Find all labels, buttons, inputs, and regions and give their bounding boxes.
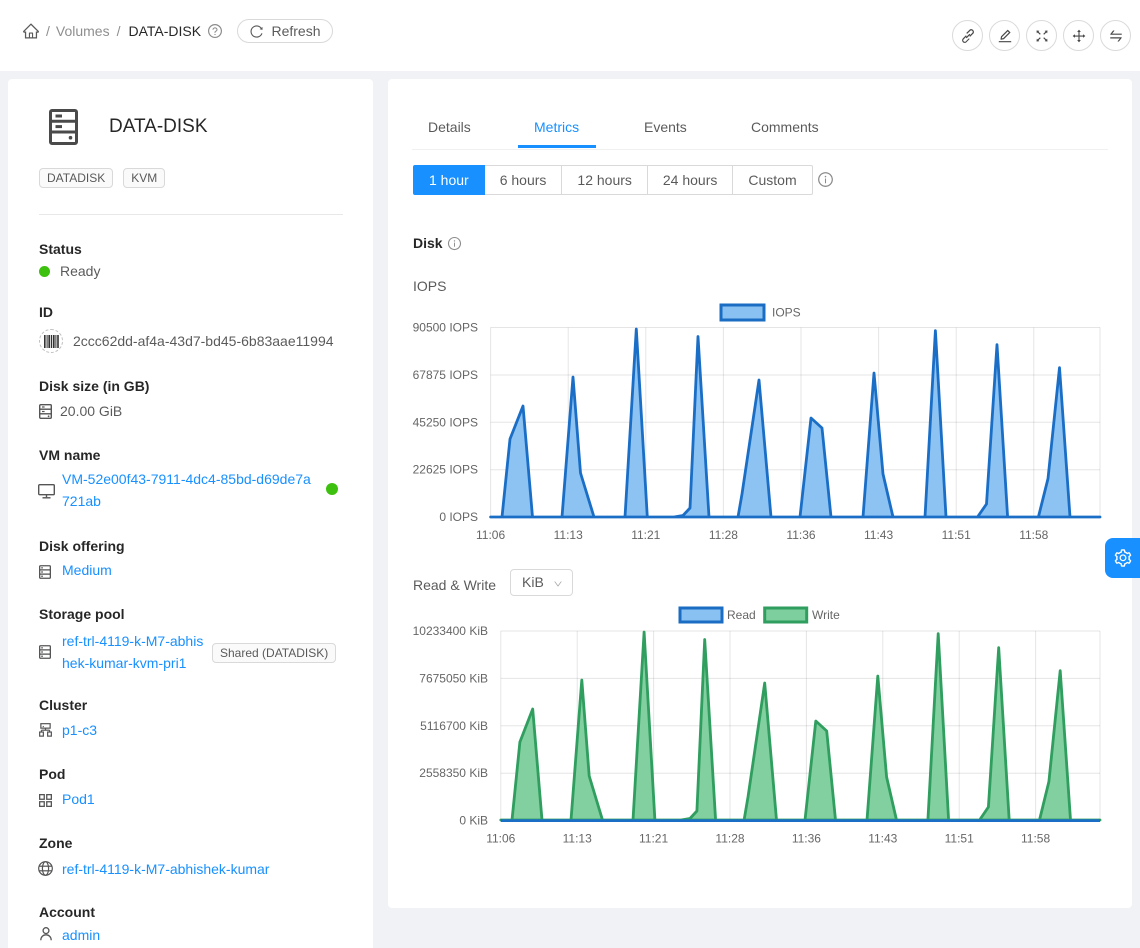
svg-text:11:43: 11:43: [868, 832, 897, 846]
svg-text:Read: Read: [727, 608, 756, 622]
svg-text:45250 IOPS: 45250 IOPS: [413, 415, 478, 429]
svg-text:22625 IOPS: 22625 IOPS: [413, 463, 478, 477]
svg-text:0 IOPS: 0 IOPS: [439, 510, 478, 524]
svg-text:11:51: 11:51: [945, 832, 974, 846]
svg-text:10233400 KiB: 10233400 KiB: [413, 624, 488, 638]
svg-text:11:51: 11:51: [942, 528, 971, 542]
svg-text:11:58: 11:58: [1019, 528, 1048, 542]
svg-text:11:43: 11:43: [864, 528, 893, 542]
svg-text:11:58: 11:58: [1021, 832, 1050, 846]
svg-text:11:06: 11:06: [486, 832, 515, 846]
svg-text:IOPS: IOPS: [772, 306, 801, 320]
svg-text:90500 IOPS: 90500 IOPS: [413, 321, 478, 335]
svg-text:11:28: 11:28: [709, 528, 738, 542]
svg-text:11:36: 11:36: [792, 832, 821, 846]
svg-text:11:06: 11:06: [476, 528, 505, 542]
svg-text:0 KiB: 0 KiB: [459, 814, 488, 828]
svg-text:11:13: 11:13: [563, 832, 592, 846]
svg-text:11:13: 11:13: [554, 528, 583, 542]
svg-text:11:21: 11:21: [631, 528, 660, 542]
svg-text:5116700 KiB: 5116700 KiB: [420, 719, 488, 733]
svg-text:Write: Write: [812, 608, 840, 622]
svg-text:11:21: 11:21: [639, 832, 668, 846]
svg-text:11:28: 11:28: [715, 832, 744, 846]
svg-text:67875 IOPS: 67875 IOPS: [413, 368, 478, 382]
svg-text:7675050 KiB: 7675050 KiB: [419, 671, 488, 685]
svg-text:11:36: 11:36: [786, 528, 815, 542]
svg-text:2558350 KiB: 2558350 KiB: [419, 766, 488, 780]
